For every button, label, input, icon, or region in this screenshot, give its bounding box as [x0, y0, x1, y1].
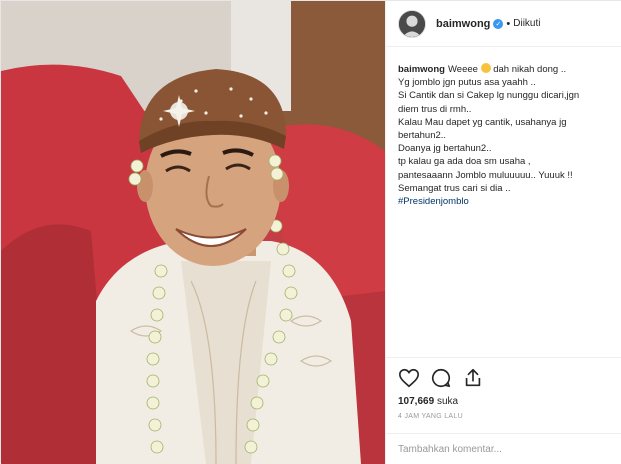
comment-input[interactable] [398, 443, 611, 455]
caption-line: Yg jomblo jgn putus asa yaahh .. [398, 77, 536, 89]
avatar-image [399, 10, 425, 37]
post-photo[interactable] [1, 1, 385, 464]
heart-icon[interactable] [398, 367, 420, 389]
instagram-post: baimwong ✓ • Diikuti baimwong Weeee dah n… [0, 0, 621, 464]
caption-line: bertahun2.. [398, 130, 447, 142]
caption-line: Kalau Mau dapet yg cantik, usahanya jg [398, 116, 567, 128]
verified-badge-icon: ✓ [493, 18, 504, 29]
share-icon[interactable] [462, 367, 484, 389]
post-actions: 107,669 suka 4 JAM YANG LALU [386, 357, 621, 420]
caption-text: Weeee [447, 64, 478, 75]
hashtag-link[interactable]: #Presidenjomblo [398, 195, 610, 208]
username-link[interactable]: baimwong [436, 18, 490, 30]
caption-line: Doanya jg bertahun2.. [398, 143, 492, 155]
caption-text: dah nikah dong .. [493, 64, 567, 75]
likes-count[interactable]: 107,669 suka [398, 396, 611, 407]
caption-line: diem trus di rmh.. [398, 103, 472, 115]
post-timestamp: 4 JAM YANG LALU [398, 413, 463, 420]
comment-bubble-icon[interactable] [430, 367, 452, 389]
groom-photo-illustration [1, 1, 385, 464]
caption-username[interactable]: baimwong [398, 64, 445, 75]
comment-form [386, 433, 621, 464]
grinning-emoji-icon [480, 63, 491, 73]
action-icons [398, 366, 611, 390]
caption-line: pantesaaann Jomblo muluuuuu.. Yuuuk !! [398, 169, 573, 181]
caption-line: tp kalau ga ada doa sm usaha , [398, 156, 531, 168]
follow-status-button[interactable]: Diikuti [513, 18, 540, 29]
caption-line: Si Cantik dan si Cakep lg nunggu dicari,… [398, 90, 580, 102]
post-header: baimwong ✓ • Diikuti [386, 1, 621, 47]
caption-line: Semangat trus cari si dia .. [398, 182, 511, 194]
likes-suffix: suka [436, 396, 459, 407]
post-caption: baimwong Weeee dah nikah dong .. Yg jombl… [386, 47, 621, 208]
separator-dot: • [506, 17, 511, 30]
likes-number: 107,669 [398, 396, 435, 407]
avatar[interactable] [398, 9, 426, 38]
caption-line-1: baimwong Weeee dah nikah dong .. [398, 63, 610, 76]
post-side-panel: baimwong ✓ • Diikuti baimwong Weeee dah n… [385, 1, 621, 464]
